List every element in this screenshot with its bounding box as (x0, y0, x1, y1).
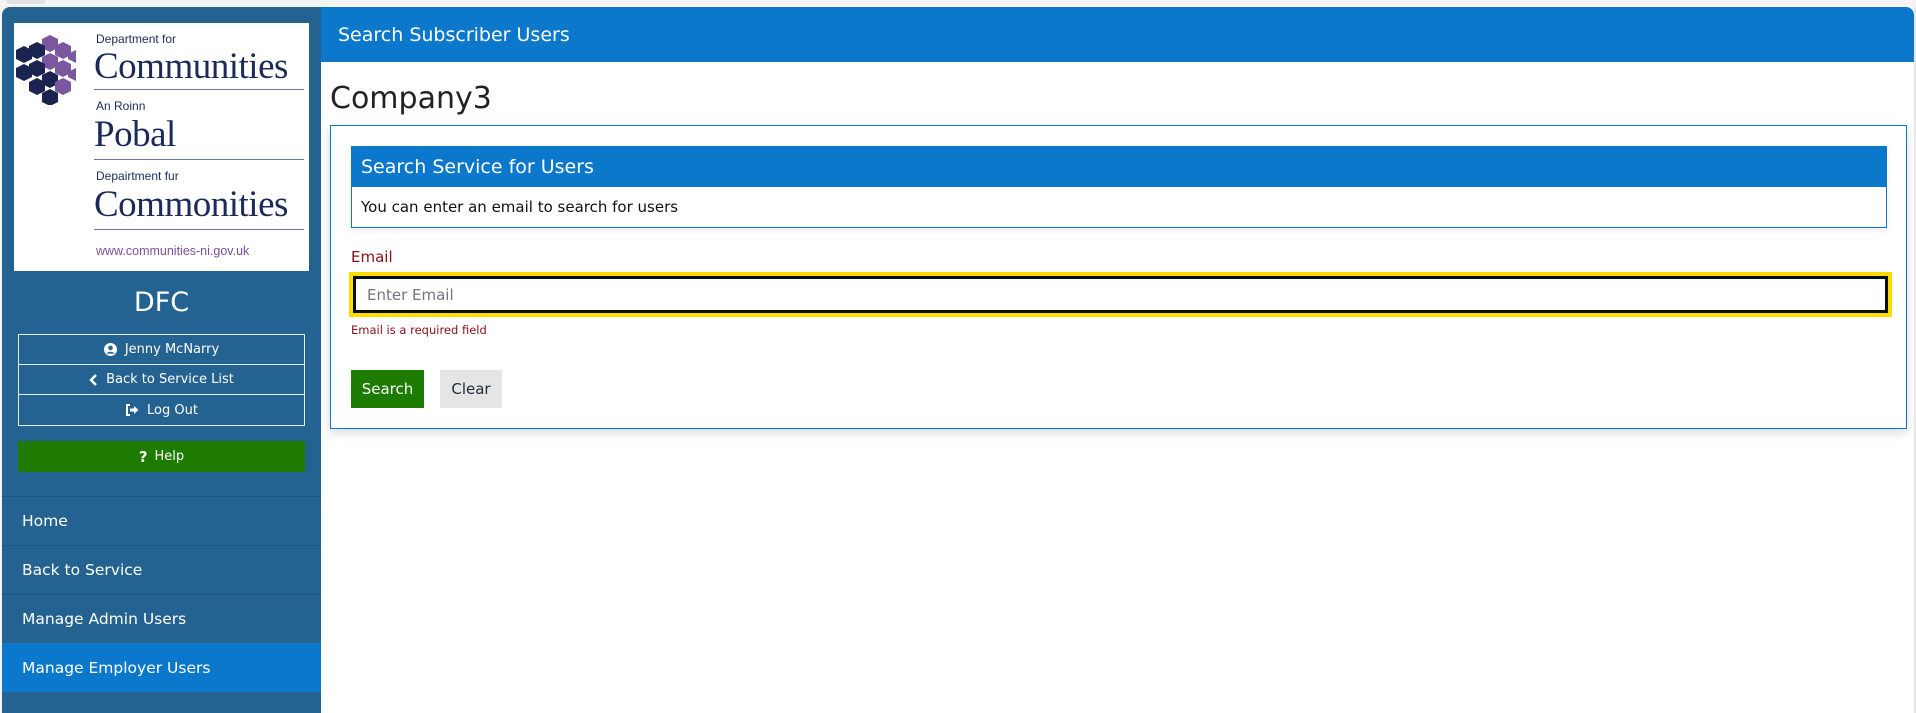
logo-text-commonities: Commonities (94, 184, 288, 225)
sidebar-item-label: Manage Admin Users (22, 610, 187, 628)
sidebar-item-manage-admin-users[interactable]: Manage Admin Users (2, 594, 321, 643)
info-box: Search Service for Users You can enter a… (351, 146, 1887, 228)
sidebar-nav: Home Back to Service Manage Admin Users … (2, 496, 321, 692)
user-circle-icon (103, 343, 117, 356)
logo-text-depairtment-fur: Depairtment fur (96, 169, 179, 183)
logo-divider (94, 89, 304, 90)
hexagon-logo-icon (16, 35, 76, 105)
logo-text-pobal: Pobal (94, 114, 176, 155)
company-name: Company3 (330, 81, 492, 116)
email-field-focus-ring (349, 272, 1892, 317)
log-out-link[interactable]: Log Out (19, 395, 304, 425)
app-window: Department for Communities An Roinn Poba… (2, 7, 1914, 713)
email-label: Email (351, 248, 393, 266)
logo-url: www.communities-ni.gov.uk (96, 244, 250, 258)
browser-tab-stub (6, 0, 46, 4)
logo-divider (94, 159, 304, 160)
sign-out-icon (125, 404, 139, 416)
help-label: Help (154, 449, 185, 464)
help-button[interactable]: ? Help (18, 441, 305, 472)
search-button[interactable]: Search (351, 370, 424, 408)
page-header: Search Subscriber Users (321, 7, 1914, 62)
info-box-description: You can enter an email to search for use… (361, 198, 679, 216)
sidebar-item-label: Manage Employer Users (22, 659, 211, 677)
logo-text-communities: Communities (94, 46, 288, 87)
chevron-left-icon (89, 373, 98, 386)
user-profile-link[interactable]: Jenny McNarry (19, 335, 304, 365)
sidebar-item-back-to-service[interactable]: Back to Service (2, 545, 321, 594)
logo-text-an-roinn: An Roinn (96, 99, 146, 113)
main-content: Search Subscriber Users Company3 Search … (321, 7, 1914, 713)
email-error-message: Email is a required field (351, 323, 487, 337)
user-name: Jenny McNarry (124, 342, 220, 357)
user-menu: Jenny McNarry Back to Service List Log O… (18, 334, 305, 426)
search-panel: Search Service for Users You can enter a… (330, 125, 1907, 429)
logo-divider (94, 229, 304, 230)
sidebar-item-home[interactable]: Home (2, 496, 321, 545)
sidebar-item-label: Home (22, 512, 68, 530)
org-code: DFC (133, 287, 190, 318)
log-out-label: Log Out (147, 402, 198, 418)
back-to-service-list-link[interactable]: Back to Service List (19, 365, 304, 395)
info-box-title: Search Service for Users (352, 147, 1886, 187)
department-logo[interactable]: Department for Communities An Roinn Poba… (14, 23, 309, 271)
sidebar-item-label: Back to Service (22, 561, 143, 579)
sidebar: Department for Communities An Roinn Poba… (2, 7, 321, 713)
back-to-service-list-label: Back to Service List (106, 372, 234, 387)
page-title: Search Subscriber Users (338, 23, 570, 46)
clear-button[interactable]: Clear (440, 370, 502, 408)
logo-text-department-for: Department for (96, 32, 177, 46)
sidebar-item-manage-employer-users[interactable]: Manage Employer Users (2, 643, 321, 692)
email-field[interactable] (353, 276, 1888, 313)
question-icon: ? (138, 447, 148, 466)
